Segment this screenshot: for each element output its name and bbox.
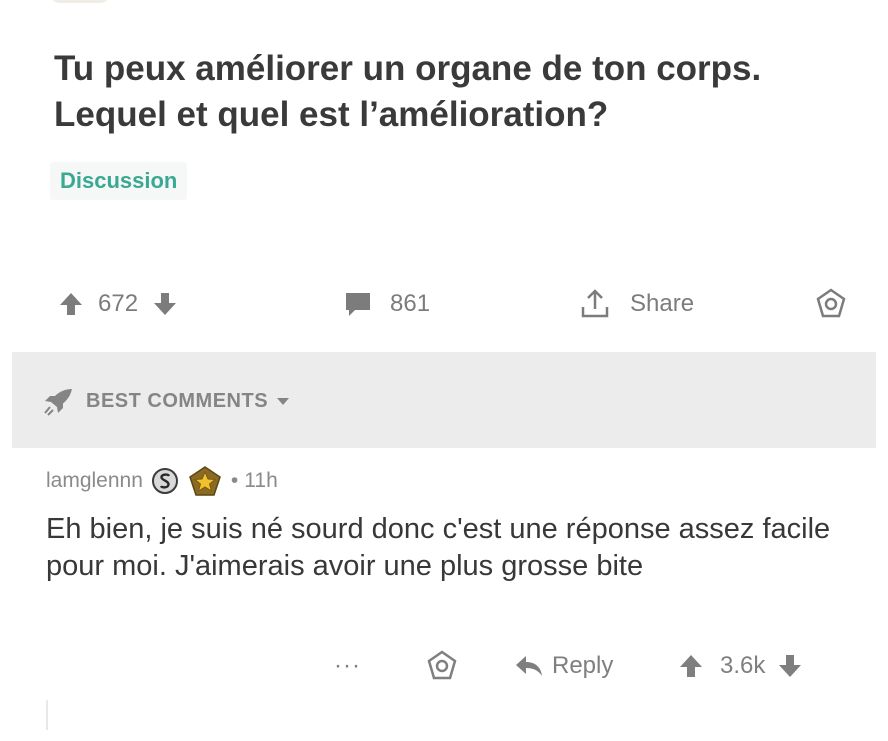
reply-label: Reply (552, 652, 614, 679)
downvote-icon[interactable] (152, 291, 178, 317)
share-button[interactable]: Share (578, 280, 694, 328)
reply-icon (514, 654, 544, 678)
meta-separator: • (230, 469, 239, 492)
upvote-icon[interactable] (58, 291, 84, 317)
award-icon (426, 650, 458, 682)
more-options-button[interactable]: ··· (334, 644, 361, 688)
post-flair[interactable]: Discussion (50, 162, 188, 200)
reddit-post-screen: Tu peux améliorer un organe de ton corps… (0, 0, 888, 741)
comment-author[interactable]: lamglennn (46, 469, 143, 493)
post-comments-button[interactable]: 861 (344, 280, 430, 328)
more-label: ··· (334, 652, 361, 679)
comment-award-button[interactable] (426, 644, 458, 688)
rocket-icon (42, 386, 76, 416)
post-action-bar: 672 861 Share (0, 280, 888, 328)
post-title[interactable]: Tu peux améliorer un organe de ton corps… (54, 46, 874, 138)
comments-sort-bar: BEST COMMENTS (12, 352, 876, 448)
post-vote-count: 672 (98, 290, 139, 317)
downvote-icon[interactable] (777, 653, 803, 679)
subreddit-avatar[interactable] (50, 0, 110, 3)
post-comment-count: 861 (390, 290, 431, 317)
thread-line[interactable] (46, 700, 48, 730)
comment-vote-count: 3.6k (720, 652, 766, 679)
caret-down-icon (276, 396, 290, 406)
sort-label: BEST COMMENTS (86, 389, 269, 412)
comment-icon (344, 291, 372, 317)
upvote-icon[interactable] (678, 653, 704, 679)
comment-text: Eh bien, je suis né sourd donc c'est une… (46, 513, 831, 582)
share-icon (578, 287, 612, 321)
comment-action-bar: ··· Reply 3.6k (0, 644, 888, 688)
comment-vote-group: 3.6k (678, 644, 803, 688)
award-icon (815, 288, 847, 320)
cropped-header (50, 0, 380, 4)
comment-header: lamglennn • 11h (46, 465, 278, 497)
sort-dropdown[interactable]: BEST COMMENTS (42, 386, 290, 416)
silver-badge-icon[interactable] (151, 467, 179, 495)
reply-button[interactable]: Reply (514, 644, 613, 688)
comment-timestamp: 11h (244, 469, 278, 492)
star-award-icon[interactable] (187, 465, 223, 497)
post-award-button[interactable] (815, 280, 847, 328)
post-vote-group: 672 (58, 280, 178, 328)
share-label: Share (630, 290, 695, 317)
